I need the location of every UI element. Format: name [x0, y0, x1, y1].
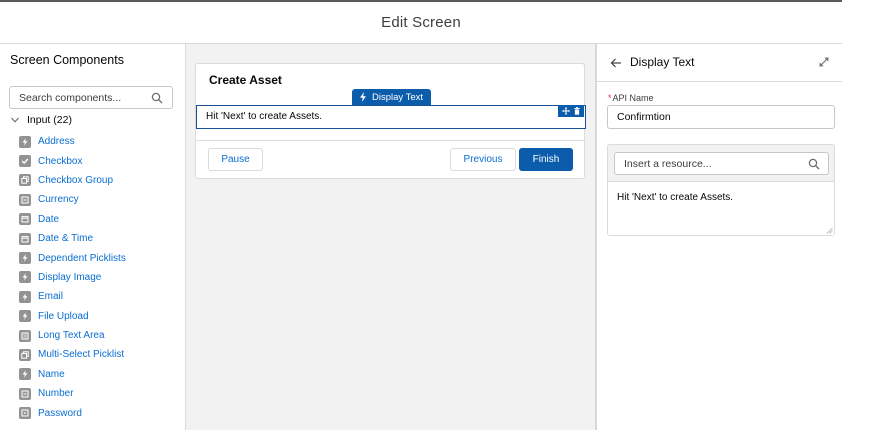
component-label: Checkbox Group [38, 174, 114, 186]
bolt-icon [360, 92, 366, 102]
component-label: Date [38, 213, 60, 225]
display-text-content: Hit 'Next' to create Assets. [206, 111, 323, 122]
component-display-image[interactable]: Display Image [19, 268, 126, 287]
required-asterisk: * [608, 93, 612, 103]
move-icon[interactable] [561, 107, 570, 115]
text-editor: Hit 'Next' to create Assets. [607, 144, 835, 236]
component-label: File Upload [38, 310, 89, 322]
resource-search-input[interactable] [615, 153, 800, 174]
bolt-icon [19, 271, 31, 284]
finish-button[interactable]: Finish [519, 148, 573, 171]
component-file-upload[interactable]: File Upload [19, 307, 126, 326]
component-label: Display Image [38, 271, 102, 283]
component-long-text-area[interactable]: Long Text Area [19, 326, 126, 345]
input-group-label: Input (22) [27, 114, 72, 126]
component-label: Checkbox [38, 155, 83, 167]
search-icon[interactable] [151, 92, 163, 104]
rich-text-content: Hit 'Next' to create Assets. [617, 192, 734, 203]
bolt-icon [19, 290, 31, 303]
selected-component-badge: Display Text [352, 89, 432, 105]
page-header: Edit Screen [0, 2, 842, 44]
multi-picklist-icon [19, 348, 31, 361]
component-label: Date & Time [38, 233, 94, 245]
component-label: Multi-Select Picklist [38, 349, 125, 361]
component-tools [558, 105, 584, 117]
previous-button[interactable]: Previous [450, 148, 516, 171]
component-name[interactable]: Name [19, 365, 126, 384]
input-group-toggle[interactable]: Input (22) [10, 114, 72, 126]
properties-divider [597, 81, 842, 82]
expand-icon[interactable] [818, 56, 830, 68]
component-currency[interactable]: Currency [19, 190, 126, 209]
components-search [9, 86, 173, 109]
checkbox-icon [19, 155, 31, 168]
components-panel-title: Screen Components [10, 53, 124, 67]
search-icon[interactable] [808, 158, 820, 170]
screen-preview-card: Create Asset Display Text Hit 'Next' to … [195, 63, 586, 179]
api-name-label-text: API Name [612, 93, 654, 103]
properties-panel: Display Text *API Name Hit 'Next' to cre… [595, 44, 842, 430]
selected-component-badge-label: Display Text [372, 91, 424, 103]
bolt-icon [19, 135, 31, 148]
component-password[interactable]: Password [19, 403, 126, 422]
bolt-icon [19, 252, 31, 265]
display-text-component[interactable]: Hit 'Next' to create Assets. [196, 105, 586, 129]
api-name-input[interactable] [607, 105, 835, 129]
component-date-time[interactable]: Date & Time [19, 229, 126, 248]
component-label: Name [38, 368, 65, 380]
password-icon [19, 407, 31, 420]
pause-button[interactable]: Pause [208, 148, 263, 171]
component-label: Email [38, 291, 64, 303]
component-checkbox-group[interactable]: Checkbox Group [19, 171, 126, 190]
component-list: Address Checkbox Checkbox Group Currency… [19, 132, 126, 423]
rich-text-area[interactable]: Hit 'Next' to create Assets. [608, 181, 834, 235]
number-icon [19, 387, 31, 400]
resize-handle-icon[interactable] [826, 227, 833, 234]
delete-icon[interactable] [573, 107, 581, 115]
screen-canvas: Create Asset Display Text Hit 'Next' to … [186, 44, 595, 430]
text-area-icon [19, 329, 31, 342]
components-panel: Screen Components Input (22) Address Che… [0, 44, 186, 430]
component-label: Dependent Picklists [38, 252, 126, 264]
checkbox-group-icon [19, 174, 31, 187]
component-multi-select-picklist[interactable]: Multi-Select Picklist [19, 345, 126, 364]
resource-picker [614, 152, 829, 175]
components-search-input[interactable] [10, 87, 150, 108]
footer-divider [196, 140, 584, 141]
component-label: Number [38, 388, 74, 400]
component-email[interactable]: Email [19, 287, 126, 306]
component-dependent-picklists[interactable]: Dependent Picklists [19, 248, 126, 267]
component-address[interactable]: Address [19, 132, 126, 151]
component-checkbox[interactable]: Checkbox [19, 151, 126, 170]
component-date[interactable]: Date [19, 210, 126, 229]
component-number[interactable]: Number [19, 384, 126, 403]
chevron-down-icon [11, 117, 19, 123]
currency-icon [19, 193, 31, 206]
page-title: Edit Screen [381, 14, 461, 31]
back-arrow-icon[interactable] [610, 57, 622, 69]
component-label: Address [38, 136, 75, 148]
component-label: Long Text Area [38, 330, 105, 342]
component-label: Currency [38, 194, 79, 206]
api-name-label: *API Name [608, 93, 654, 103]
screen-title: Create Asset [209, 73, 282, 87]
bolt-icon [19, 368, 31, 381]
component-label: Password [38, 407, 82, 419]
calendar-icon [19, 213, 31, 226]
properties-title: Display Text [630, 55, 695, 69]
calendar-icon [19, 232, 31, 245]
bolt-icon [19, 310, 31, 323]
